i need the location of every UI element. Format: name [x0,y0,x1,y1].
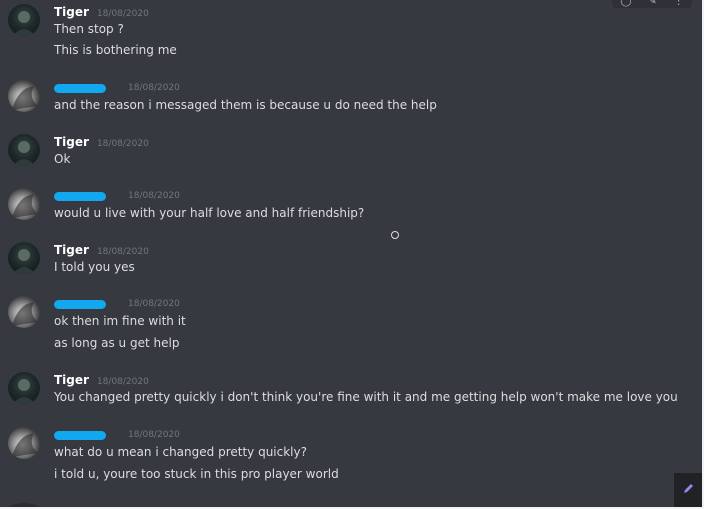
message-group[interactable]: 18/08/2020 ok then im fine with it as lo… [0,296,680,352]
message-text: would u live with your half love and hal… [54,206,365,220]
message-header: 18/08/2020 [54,296,180,312]
message-text: what do u mean i changed pretty quickly? [54,445,307,459]
redacted-username [54,430,106,440]
avatar[interactable] [8,4,40,36]
avatar[interactable] [8,188,40,220]
message-group[interactable]: Tiger 18/08/2020 Ok [0,134,680,170]
timestamp: 18/08/2020 [128,191,180,201]
timestamp: 18/08/2020 [96,377,149,387]
redacted-username [54,83,106,93]
username[interactable]: Tiger [54,134,89,150]
message-header: 18/08/2020 [54,427,180,443]
message-text: i told u, youre too stuck in this pro pl… [54,467,339,481]
message-group[interactable]: Tiger 18/08/2020 Then stop ? This is bot… [0,4,680,60]
pencil-icon [681,481,695,500]
redacted-username [54,191,106,201]
message-header: Tiger 18/08/2020 [54,372,149,388]
message-text: You changed pretty quickly i don't think… [54,390,678,404]
message-text: This is bothering me [54,43,177,57]
message-group[interactable]: 18/08/2020 and the reason i messaged the… [0,80,680,116]
avatar[interactable] [8,134,40,166]
username[interactable]: Tiger [54,4,89,20]
message-header: Tiger 18/08/2020 [54,4,149,20]
message-group[interactable]: Tiger 18/08/2020 I told you yes [0,242,680,278]
timestamp: 18/08/2020 [128,430,180,440]
message-group[interactable]: 18/08/2020 would u live with your half l… [0,188,680,224]
chat-message-list[interactable]: ◯ ✎ ⋮ Tiger 18/08/2020 Then stop ? This … [0,0,704,509]
message-text: Then stop ? [54,22,124,36]
avatar [8,503,40,507]
message-header: Tiger 18/08/2020 [54,134,149,150]
avatar[interactable] [8,427,40,459]
avatar[interactable] [8,296,40,328]
timestamp: 18/08/2020 [96,247,149,257]
timestamp: 18/08/2020 [128,299,180,309]
message-header: 18/08/2020 [54,188,180,204]
timestamp: 18/08/2020 [96,139,149,149]
message-text: ok then im fine with it [54,314,186,328]
avatar[interactable] [8,80,40,112]
timestamp: 18/08/2020 [128,83,180,93]
message-group[interactable]: Tiger 18/08/2020 You changed pretty quic… [0,372,680,408]
message-text: I told you yes [54,260,135,274]
message-header: 18/08/2020 [54,80,180,96]
message-group[interactable]: 18/08/2020 what do u mean i changed pret… [0,427,680,483]
message-text: Ok [54,152,71,166]
redacted-username [54,299,106,309]
timestamp: 18/08/2020 [96,9,149,19]
avatar[interactable] [8,242,40,274]
mouse-cursor [391,231,399,239]
message-text: and the reason i messaged them is becaus… [54,98,437,112]
username[interactable]: Tiger [54,242,89,258]
message-text: as long as u get help [54,336,180,350]
avatar[interactable] [8,372,40,404]
username[interactable]: Tiger [54,372,89,388]
message-header: Tiger 18/08/2020 [54,242,149,258]
edit-overlay-button[interactable] [674,473,702,507]
